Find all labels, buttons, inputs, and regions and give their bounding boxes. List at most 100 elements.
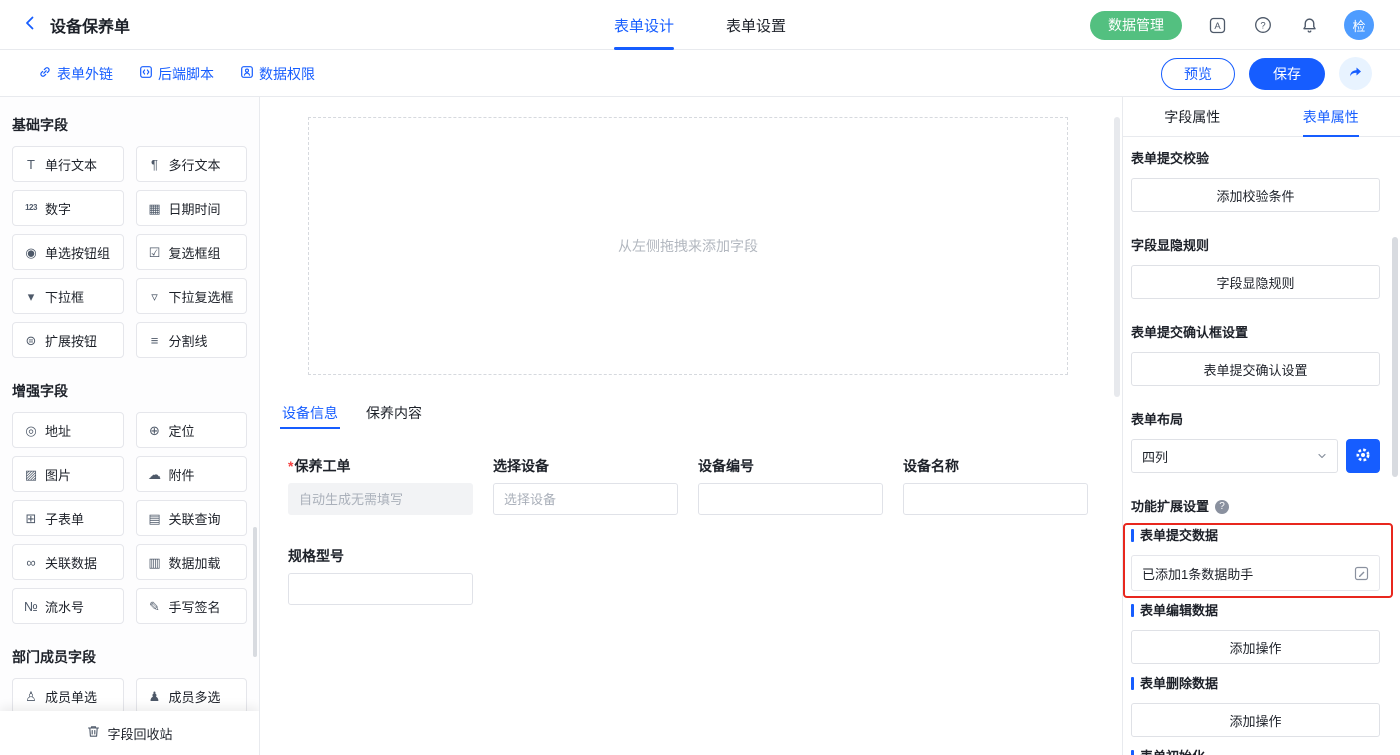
layout-settings-button[interactable] xyxy=(1346,439,1380,473)
field-item-related-query[interactable]: ▤关联查询 xyxy=(136,500,248,536)
bell-icon[interactable] xyxy=(1298,14,1320,36)
field-item-location[interactable]: ⊕定位 xyxy=(136,412,248,448)
form-field-select-device[interactable]: 选择设备 xyxy=(493,457,678,515)
location-icon: ⊕ xyxy=(146,424,164,437)
field-item-extend-button[interactable]: ⊜扩展按钮 xyxy=(12,322,124,358)
address-icon: ◎ xyxy=(22,424,40,437)
form-field-maintenance-order[interactable]: *保养工单 xyxy=(288,457,473,515)
section-title-basic-fields: 基础字段 xyxy=(12,115,247,135)
field-item-serial-number[interactable]: №流水号 xyxy=(12,588,124,624)
extend-button-icon: ⊜ xyxy=(22,334,40,347)
calendar-icon: ▦ xyxy=(146,202,164,215)
field-dropzone[interactable]: 从左侧拖拽来添加字段 xyxy=(308,117,1068,375)
field-item-select[interactable]: ▾下拉框 xyxy=(12,278,124,314)
field-item-address[interactable]: ◎地址 xyxy=(12,412,124,448)
data-manage-button[interactable]: 数据管理 xyxy=(1090,11,1182,40)
device-name-input[interactable] xyxy=(903,483,1088,515)
question-icon[interactable]: ? xyxy=(1215,500,1229,514)
external-link-icon xyxy=(38,65,52,82)
back-button[interactable] xyxy=(18,13,42,37)
svg-text:A: A xyxy=(1214,21,1221,32)
edit-icon[interactable] xyxy=(1354,566,1369,581)
form-field-spec-model[interactable]: 规格型号 xyxy=(288,547,473,605)
field-item-member-multi[interactable]: ♟成员多选 xyxy=(136,678,248,714)
required-mark: * xyxy=(288,458,293,474)
properties-scrollbar[interactable] xyxy=(1392,237,1398,477)
multi-line-text-icon: ¶ xyxy=(146,158,164,171)
tab-device-info[interactable]: 设备信息 xyxy=(268,399,352,427)
field-item-related-data[interactable]: ∞关联数据 xyxy=(12,544,124,580)
canvas-tabs: 设备信息 保养内容 xyxy=(268,399,436,427)
field-label: 规格型号 xyxy=(288,547,473,565)
canvas-scrollbar[interactable] xyxy=(1114,117,1120,397)
section-accent-bar xyxy=(1131,750,1134,755)
init-form-title: 表单初始化 xyxy=(1140,749,1205,755)
field-sidebar: 基础字段 T单行文本 ¶多行文本 123数字 ▦日期时间 ◉单选按钮组 ☑复选框… xyxy=(0,97,260,755)
subform-icon: ⊞ xyxy=(22,512,40,525)
add-validation-button[interactable]: 添加校验条件 xyxy=(1131,178,1380,212)
share-button[interactable] xyxy=(1339,57,1372,90)
external-link-button[interactable]: 表单外链 xyxy=(38,64,113,84)
language-icon[interactable]: A xyxy=(1206,14,1228,36)
field-item-signature[interactable]: ✎手写签名 xyxy=(136,588,248,624)
number-icon: 123 xyxy=(22,204,40,212)
field-item-single-line-text[interactable]: T单行文本 xyxy=(12,146,124,182)
backend-script-button[interactable]: 后端脚本 xyxy=(139,64,214,84)
edit-data-add-button[interactable]: 添加操作 xyxy=(1131,630,1380,664)
field-item-radio-group[interactable]: ◉单选按钮组 xyxy=(12,234,124,270)
avatar[interactable]: 检 xyxy=(1344,10,1374,40)
submit-data-value[interactable]: 已添加1条数据助手 xyxy=(1131,555,1380,591)
form-fields: *保养工单 选择设备 设备编号 设备名称 规格型号 xyxy=(288,457,1088,605)
tab-field-properties[interactable]: 字段属性 xyxy=(1123,97,1262,136)
maintenance-order-input xyxy=(288,483,473,515)
field-recycle-bin[interactable]: 字段回收站 xyxy=(0,711,259,755)
form-layout-title: 表单布局 xyxy=(1131,412,1380,427)
field-item-number[interactable]: 123数字 xyxy=(12,190,124,226)
select-device-input[interactable] xyxy=(493,483,678,515)
preview-button[interactable]: 预览 xyxy=(1161,58,1235,90)
field-item-checkbox-group[interactable]: ☑复选框组 xyxy=(136,234,248,270)
extension-settings-title: 功能扩展设置 xyxy=(1131,499,1209,514)
help-icon[interactable]: ? xyxy=(1252,14,1274,36)
layout-select[interactable]: 四列 xyxy=(1131,439,1338,473)
tab-form-design[interactable]: 表单设计 xyxy=(614,0,674,50)
device-code-input[interactable] xyxy=(698,483,883,515)
field-item-multi-select[interactable]: ▿下拉复选框 xyxy=(136,278,248,314)
field-item-attachment[interactable]: ☁附件 xyxy=(136,456,248,492)
data-load-icon: ▥ xyxy=(146,556,164,569)
field-item-datetime[interactable]: ▦日期时间 xyxy=(136,190,248,226)
delete-data-add-button[interactable]: 添加操作 xyxy=(1131,703,1380,737)
data-permission-icon xyxy=(240,65,254,82)
section-title-enhanced-fields: 增强字段 xyxy=(12,381,247,401)
submit-confirm-button[interactable]: 表单提交确认设置 xyxy=(1131,352,1380,386)
field-label: 保养工单 xyxy=(294,458,350,474)
data-permission-button[interactable]: 数据权限 xyxy=(240,64,315,84)
field-item-multi-line-text[interactable]: ¶多行文本 xyxy=(136,146,248,182)
top-header: 设备保养单 表单设计 表单设置 数据管理 A ? 检 xyxy=(0,0,1400,50)
field-item-member-single[interactable]: ♙成员单选 xyxy=(12,678,124,714)
properties-panel: 字段属性 表单属性 表单提交校验 添加校验条件 字段显隐规则 字段显隐规则 表单… xyxy=(1122,97,1400,755)
field-item-image[interactable]: ▨图片 xyxy=(12,456,124,492)
section-title-member-fields: 部门成员字段 xyxy=(12,647,247,667)
field-label: 选择设备 xyxy=(493,457,678,475)
backend-script-icon xyxy=(139,65,153,82)
field-item-divider[interactable]: ≡分割线 xyxy=(136,322,248,358)
field-item-data-load[interactable]: ▥数据加载 xyxy=(136,544,248,580)
layout-select-value: 四列 xyxy=(1142,447,1168,466)
select-icon: ▾ xyxy=(22,290,40,303)
spec-model-input[interactable] xyxy=(288,573,473,605)
divider-icon: ≡ xyxy=(146,334,164,347)
field-item-subform[interactable]: ⊞子表单 xyxy=(12,500,124,536)
single-line-text-icon: T xyxy=(22,158,40,171)
save-button[interactable]: 保存 xyxy=(1249,58,1325,90)
sidebar-scrollbar[interactable] xyxy=(253,527,257,657)
delete-data-title: 表单删除数据 xyxy=(1140,676,1218,691)
field-label: 设备编号 xyxy=(698,457,883,475)
form-field-device-code[interactable]: 设备编号 xyxy=(698,457,883,515)
tab-form-settings[interactable]: 表单设置 xyxy=(726,0,786,50)
form-field-device-name[interactable]: 设备名称 xyxy=(903,457,1088,515)
visibility-rules-button[interactable]: 字段显隐规则 xyxy=(1131,265,1380,299)
tab-maintenance-content[interactable]: 保养内容 xyxy=(352,399,436,427)
tab-form-properties[interactable]: 表单属性 xyxy=(1262,97,1400,136)
share-icon xyxy=(1348,65,1363,83)
